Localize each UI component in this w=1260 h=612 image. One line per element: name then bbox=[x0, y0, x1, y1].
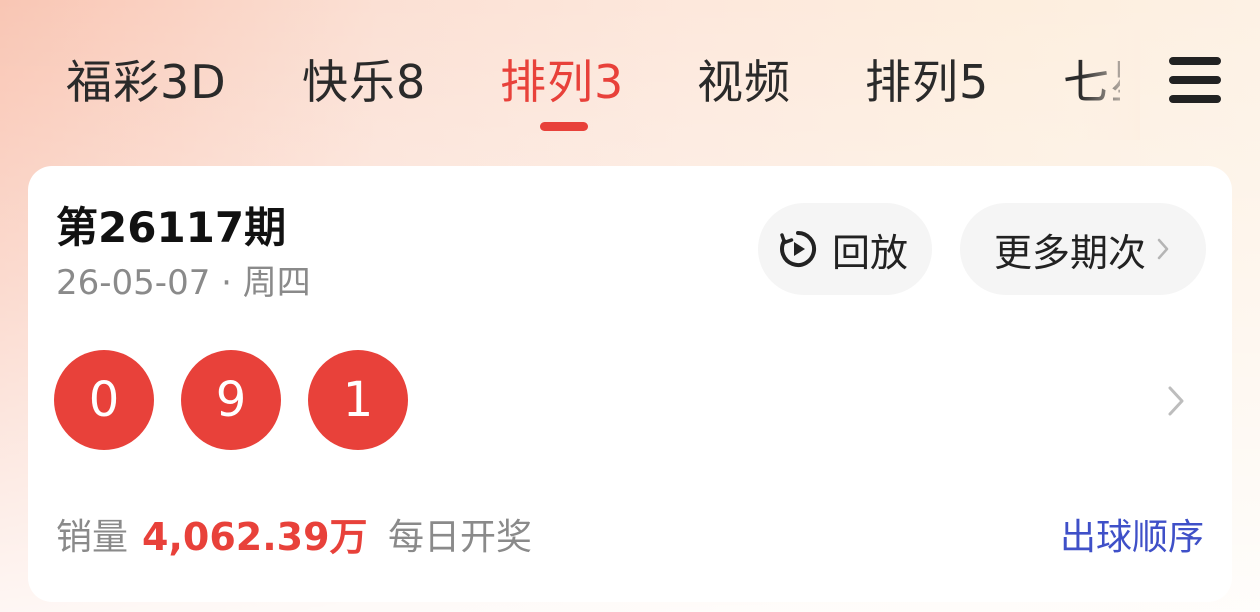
winning-number-ball: 1 bbox=[308, 350, 408, 450]
hamburger-menu-icon bbox=[1169, 57, 1221, 103]
tab-pailie-3[interactable]: 排列3 bbox=[500, 52, 624, 112]
tab-video[interactable]: 视频 bbox=[697, 52, 791, 112]
ball-order-link[interactable]: 出球顺序 bbox=[1060, 514, 1204, 562]
more-issues-label: 更多期次 bbox=[994, 230, 1147, 275]
menu-button[interactable] bbox=[1150, 40, 1240, 120]
active-tab-indicator bbox=[540, 122, 588, 131]
sales-label: 销量 bbox=[56, 517, 129, 558]
chevron-right-icon bbox=[1156, 235, 1172, 263]
draw-date: 26-05-07 · 周四 bbox=[56, 263, 311, 303]
winning-number-ball: 0 bbox=[54, 350, 154, 450]
replay-button[interactable]: 回放 bbox=[758, 203, 932, 295]
replay-icon bbox=[778, 229, 818, 269]
winning-number-ball: 9 bbox=[181, 350, 281, 450]
tab-pailie-5[interactable]: 排列5 bbox=[865, 52, 989, 112]
draw-frequency: 每日开奖 bbox=[388, 517, 533, 558]
tabs-fade-overlay bbox=[1080, 30, 1140, 140]
tab-kuaile-8[interactable]: 快乐8 bbox=[302, 52, 426, 112]
tab-fucai-3d[interactable]: 福彩3D bbox=[66, 52, 227, 112]
tabs-scroll[interactable]: 福彩3D 快乐8 排列3 视频 排列5 七星彩 bbox=[0, 0, 1120, 160]
issue-number: 第26117期 bbox=[56, 203, 287, 252]
more-issues-button[interactable]: 更多期次 bbox=[960, 203, 1206, 295]
chevron-right-icon[interactable] bbox=[1166, 384, 1188, 418]
draw-result-card: 第26117期 26-05-07 · 周四 回放 更多期次 0 9 1 销量 4… bbox=[28, 166, 1232, 602]
sales-value: 4,062.39万 bbox=[142, 515, 368, 559]
replay-label: 回放 bbox=[832, 230, 909, 275]
lottery-tab-bar: 福彩3D 快乐8 排列3 视频 排列5 七星彩 bbox=[0, 0, 1260, 160]
